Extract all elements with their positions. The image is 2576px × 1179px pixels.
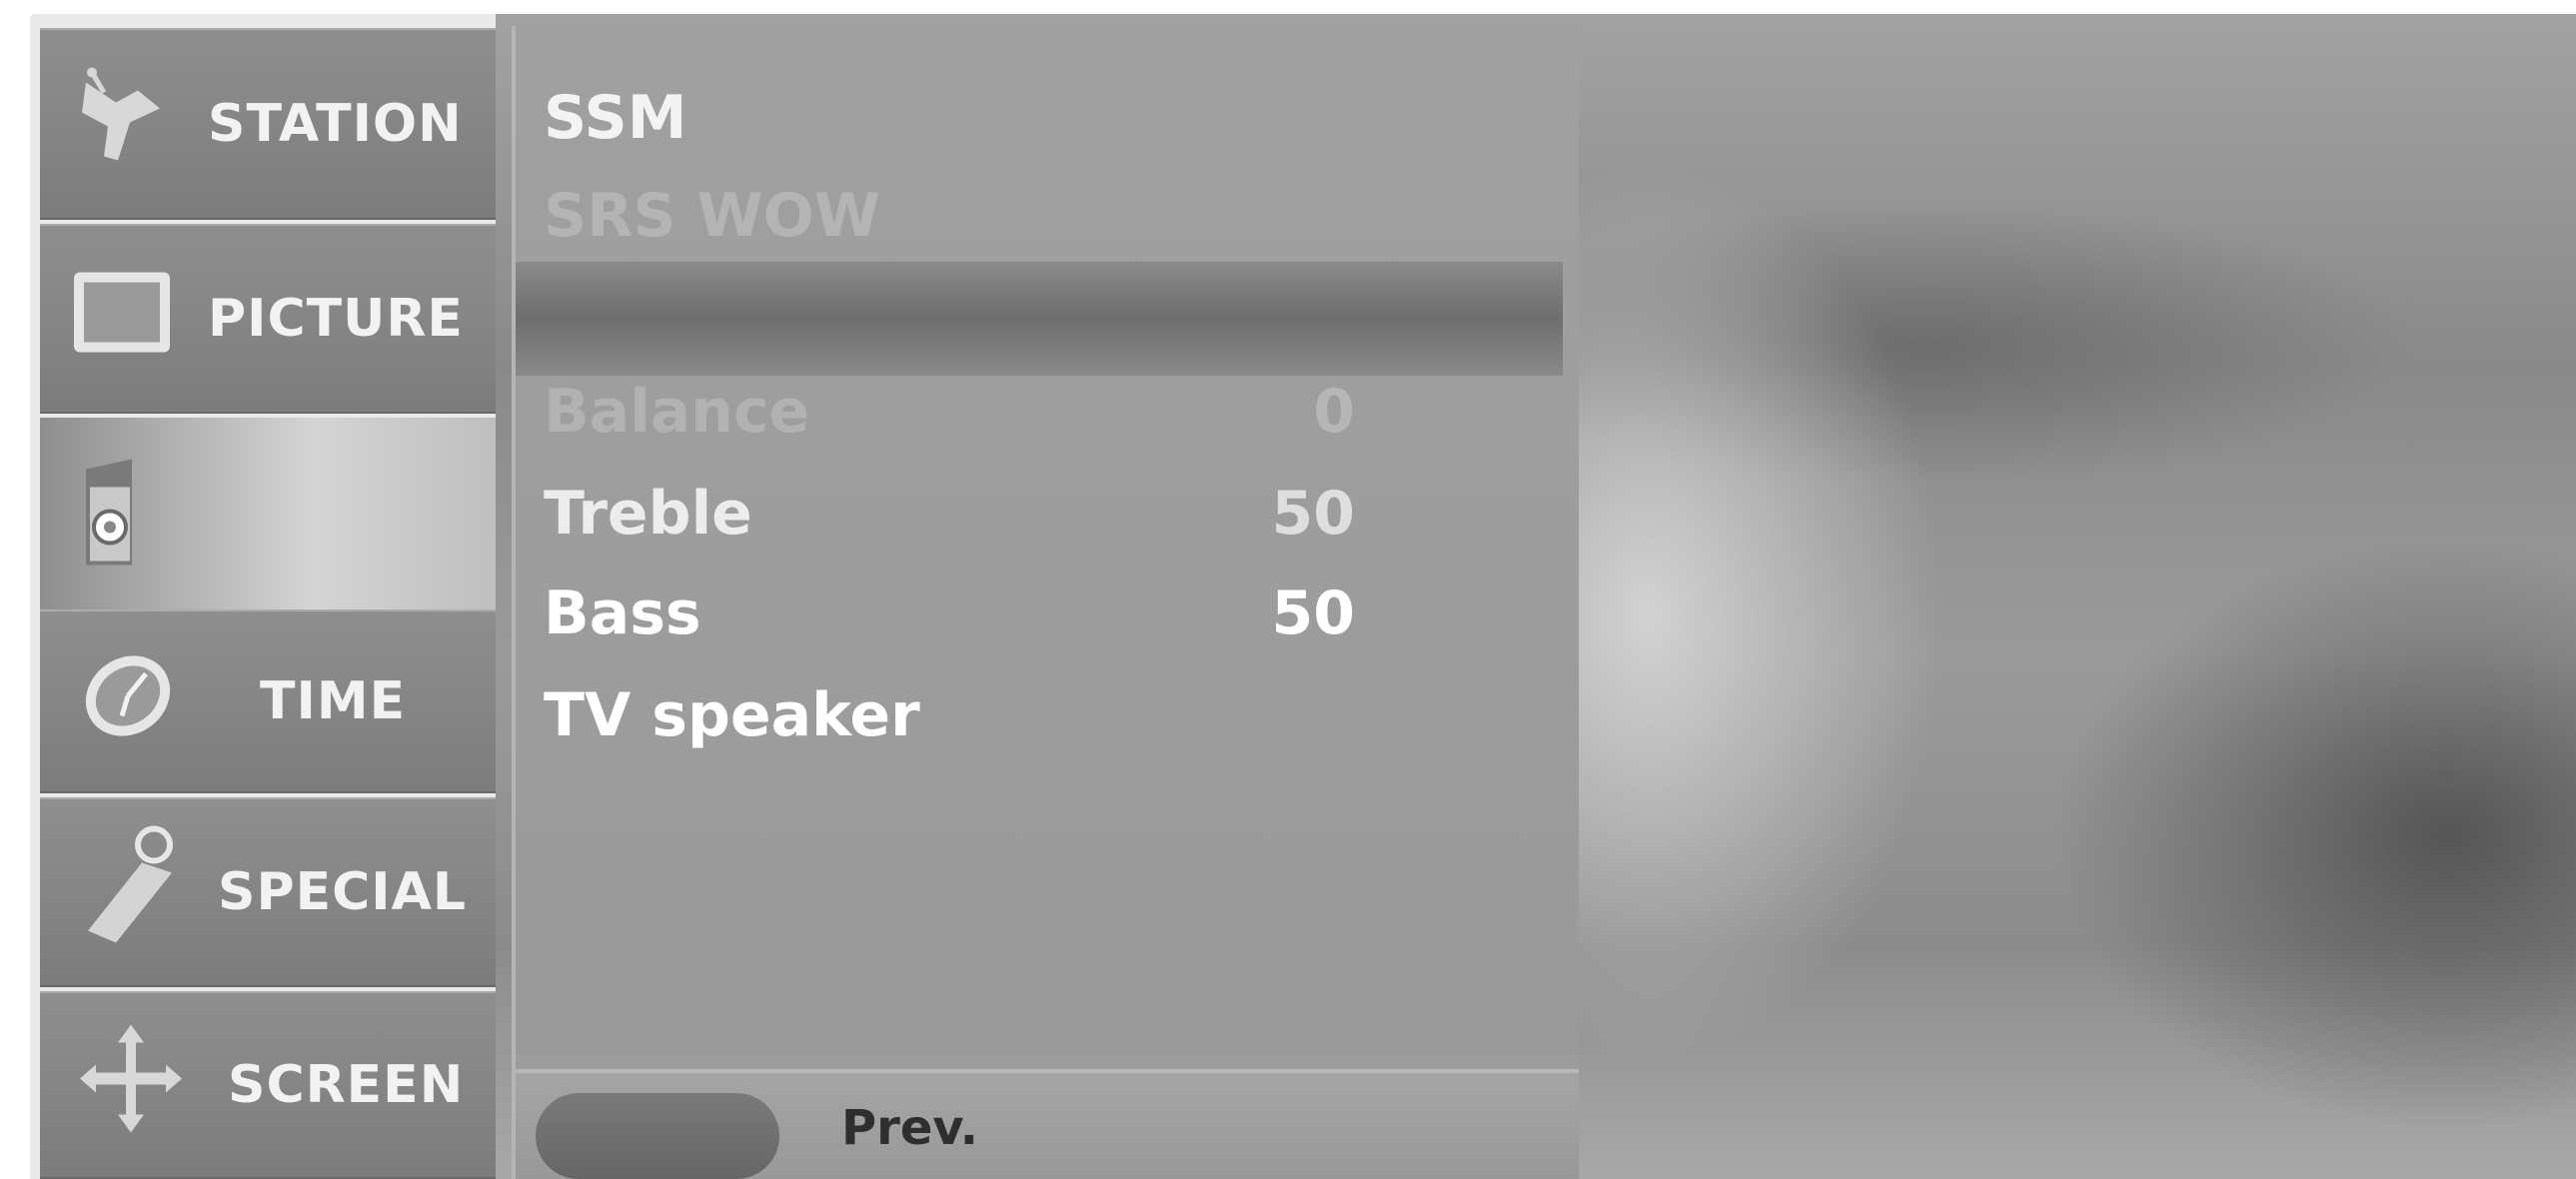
prev-button[interactable] <box>536 1093 779 1179</box>
menu-item-label: TIME <box>260 671 407 731</box>
option-value: 50 <box>1271 479 1356 549</box>
option-label: Balance <box>544 377 810 447</box>
move-arrows-icon <box>76 1019 186 1152</box>
option-row-tv-speaker[interactable]: TV speaker <box>516 667 1555 763</box>
menu-item-label: STATION <box>208 94 463 154</box>
speaker-icon <box>80 458 140 581</box>
option-row-ssm[interactable]: SSM <box>516 70 1555 166</box>
menu-item-picture[interactable]: PICTURE <box>40 224 496 414</box>
menu-item-special[interactable]: SPECIAL <box>40 797 496 987</box>
tag-icon <box>76 821 186 964</box>
sound-option-list: SSM SRS WOW Balance 0 Treble 50 Bass 50 … <box>516 26 1579 1055</box>
tv-screen-icon <box>68 263 178 376</box>
menu-item-sound-selected[interactable] <box>40 418 496 619</box>
tv-osd-screen: STATION PICTURE TIME SPECIAL SCREEN SSM … <box>30 14 2576 1179</box>
option-label: TV speaker <box>544 680 920 750</box>
option-row-bass[interactable]: Bass 50 <box>516 566 1555 661</box>
option-row-srs-wow[interactable]: SRS WOW <box>516 168 1555 264</box>
option-label: Bass <box>544 579 701 648</box>
menu-item-station[interactable]: STATION <box>40 28 496 220</box>
option-label: SRS WOW <box>544 181 880 251</box>
option-row-selected-highlight[interactable] <box>516 262 1563 376</box>
option-row-balance[interactable]: Balance 0 <box>516 364 1555 460</box>
satellite-dish-icon <box>68 63 178 186</box>
category-menu: STATION PICTURE TIME SPECIAL SCREEN <box>30 14 496 1179</box>
menu-item-label: SPECIAL <box>218 862 467 922</box>
option-label: SSM <box>544 83 687 153</box>
menu-item-time[interactable]: TIME <box>40 609 496 793</box>
sound-submenu-panel: SSM SRS WOW Balance 0 Treble 50 Bass 50 … <box>512 26 1579 1179</box>
menu-item-screen[interactable]: SCREEN <box>40 991 496 1179</box>
option-label: Treble <box>544 479 752 549</box>
menu-footer: Prev. <box>516 1069 1579 1179</box>
menu-item-label: PICTURE <box>208 289 464 349</box>
option-value: 0 <box>1313 377 1355 447</box>
option-row-treble[interactable]: Treble 50 <box>516 466 1555 562</box>
option-value: 50 <box>1271 579 1356 648</box>
clock-icon <box>76 640 186 763</box>
menu-item-label: SCREEN <box>228 1055 465 1115</box>
prev-label: Prev. <box>841 1100 979 1156</box>
